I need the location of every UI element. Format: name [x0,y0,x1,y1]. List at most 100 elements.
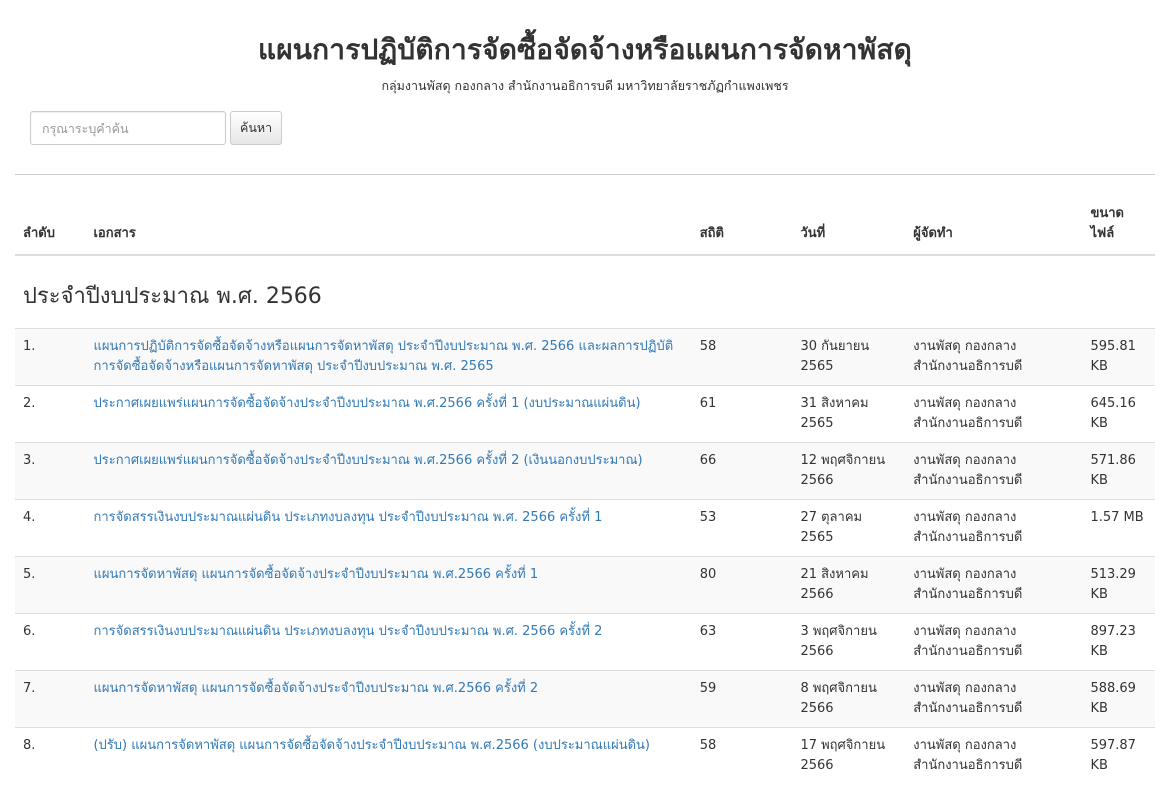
cell-row-number: 4. [15,499,86,557]
file-size: 571.86 KB [1090,453,1136,488]
group-title: ประจำปีงบประมาณ พ.ศ. 2566 [23,284,322,309]
cell-document-link: แผนการจัดหาพัสดุ แผนการจัดซื้อจัดจ้างประ… [85,670,692,728]
cell-view-count: 53 [691,499,793,557]
column-header-size: ขนาดไฟล์ [1082,196,1155,256]
cell-file-size: 588.69 KB [1082,670,1155,728]
author: งานพัสดุ กองกลาง สำนักงานอธิการบดี [913,396,1023,431]
document-link[interactable]: แผนการจัดหาพัสดุ แผนการจัดซื้อจัดจ้างประ… [93,567,538,582]
cell-view-count: 66 [691,442,793,500]
table-row: 4. การจัดสรรเงินงบประมาณแผ่นดิน ประเภทงบล… [15,499,1155,557]
cell-document-link: การจัดสรรเงินงบประมาณแผ่นดิน ประเภทงบลงท… [85,499,692,557]
search-bar: ค้นหา [30,111,283,145]
file-size: 645.16 KB [1090,396,1136,431]
page: แผนการปฏิบัติการจัดซื้อจัดจ้างหรือแผนการ… [0,0,1170,800]
author: งานพัสดุ กองกลาง สำนักงานอธิการบดี [913,567,1023,602]
cell-publish-date: 8 พฤศจิกายน 2566 [792,670,906,728]
cell-document-link: (ปรับ) แผนการจัดหาพัสดุ แผนการจัดซื้อจัด… [85,727,692,784]
cell-document-link: แผนการปฏิบัติการจัดซื้อจัดจ้างหรือแผนการ… [85,328,692,386]
documents-table: ลำดับ เอกสาร สถิติ วันที่ ผู้จัดทำ ขนาดไ… [15,196,1155,784]
cell-row-number: 2. [15,385,86,443]
view-count: 63 [699,624,717,639]
document-link[interactable]: การจัดสรรเงินงบประมาณแผ่นดิน ประเภทงบลงท… [93,624,602,639]
cell-row-number: 8. [15,727,86,784]
search-button[interactable]: ค้นหา [230,111,283,145]
cell-view-count: 59 [691,670,793,728]
document-link[interactable]: ประกาศเผยแพร่แผนการจัดซื้อจัดจ้างประจำปี… [93,453,642,468]
cell-view-count: 80 [691,556,793,614]
file-size: 595.81 KB [1090,339,1136,374]
row-number: 5. [23,567,36,582]
cell-file-size: 1.57 MB [1082,499,1155,557]
publish-date: 12 พฤศจิกายน 2566 [800,453,886,488]
cell-row-number: 1. [15,328,86,386]
cell-view-count: 58 [691,328,793,386]
column-header-date: วันที่ [792,196,906,256]
file-size: 513.29 KB [1090,567,1136,602]
page-subtitle: กลุ่มงานพัสดุ กองกลาง สำนักงานอธิการบดี … [381,78,789,93]
document-link[interactable]: (ปรับ) แผนการจัดหาพัสดุ แผนการจัดซื้อจัด… [93,738,650,753]
cell-view-count: 63 [691,613,793,671]
file-size: 897.23 KB [1090,624,1136,659]
table-row: 3. ประกาศเผยแพร่แผนการจัดซื้อจัดจ้างประจำ… [15,442,1155,500]
table-header-row: ลำดับ เอกสาร สถิติ วันที่ ผู้จัดทำ ขนาดไ… [15,196,1155,256]
column-header-author: ผู้จัดทำ [905,196,1083,256]
table-row: 1. แผนการปฏิบัติการจัดซื้อจัดจ้างหรือแผนก… [15,328,1155,386]
author: งานพัสดุ กองกลาง สำนักงานอธิการบดี [913,624,1023,659]
row-number: 3. [23,453,36,468]
file-size: 1.57 MB [1090,510,1144,525]
author: งานพัสดุ กองกลาง สำนักงานอธิการบดี [913,738,1023,773]
row-number: 6. [23,624,36,639]
cell-publish-date: 31 สิงหาคม 2565 [792,385,906,443]
cell-file-size: 597.87 KB [1082,727,1155,784]
document-link[interactable]: การจัดสรรเงินงบประมาณแผ่นดิน ประเภทงบลงท… [93,510,602,525]
cell-publish-date: 12 พฤศจิกายน 2566 [792,442,906,500]
table-row: 8. (ปรับ) แผนการจัดหาพัสดุ แผนการจัดซื้อจ… [15,727,1155,784]
cell-row-number: 7. [15,670,86,728]
cell-file-size: 645.16 KB [1082,385,1155,443]
view-count: 59 [699,681,717,696]
row-number: 2. [23,396,36,411]
table-row: 5. แผนการจัดหาพัสดุ แผนการจัดซื้อจัดจ้างป… [15,556,1155,614]
document-link[interactable]: ประกาศเผยแพร่แผนการจัดซื้อจัดจ้างประจำปี… [93,396,640,411]
cell-publish-date: 17 พฤศจิกายน 2566 [792,727,906,784]
column-header-no: ลำดับ [15,196,86,256]
file-size: 588.69 KB [1090,681,1136,716]
cell-publish-date: 3 พฤศจิกายน 2566 [792,613,906,671]
view-count: 66 [699,453,717,468]
cell-file-size: 513.29 KB [1082,556,1155,614]
column-header-stats: สถิติ [691,196,793,256]
cell-file-size: 595.81 KB [1082,328,1155,386]
page-title: แผนการปฏิบัติการจัดซื้อจัดจ้างหรือแผนการ… [257,33,913,66]
cell-author: งานพัสดุ กองกลาง สำนักงานอธิการบดี [905,670,1083,728]
table-row: 6. การจัดสรรเงินงบประมาณแผ่นดิน ประเภทงบล… [15,613,1155,671]
publish-date: 21 สิงหาคม 2566 [800,567,869,602]
view-count: 80 [699,567,717,582]
cell-author: งานพัสดุ กองกลาง สำนักงานอธิการบดี [905,613,1083,671]
cell-publish-date: 27 ตุลาคม 2565 [792,499,906,557]
cell-row-number: 5. [15,556,86,614]
cell-publish-date: 21 สิงหาคม 2566 [792,556,906,614]
document-link[interactable]: แผนการปฏิบัติการจัดซื้อจัดจ้างหรือแผนการ… [93,339,673,374]
search-input[interactable] [30,111,226,145]
cell-author: งานพัสดุ กองกลาง สำนักงานอธิการบดี [905,328,1083,386]
cell-author: งานพัสดุ กองกลาง สำนักงานอธิการบดี [905,727,1083,784]
cell-document-link: ประกาศเผยแพร่แผนการจัดซื้อจัดจ้างประจำปี… [85,442,692,500]
author: งานพัสดุ กองกลาง สำนักงานอธิการบดี [913,681,1023,716]
publish-date: 17 พฤศจิกายน 2566 [800,738,886,773]
cell-file-size: 897.23 KB [1082,613,1155,671]
cell-author: งานพัสดุ กองกลาง สำนักงานอธิการบดี [905,556,1083,614]
file-size: 597.87 KB [1090,738,1136,773]
author: งานพัสดุ กองกลาง สำนักงานอธิการบดี [913,510,1023,545]
cell-document-link: แผนการจัดหาพัสดุ แผนการจัดซื้อจัดจ้างประ… [85,556,692,614]
publish-date: 8 พฤศจิกายน 2566 [800,681,877,716]
document-link[interactable]: แผนการจัดหาพัสดุ แผนการจัดซื้อจัดจ้างประ… [93,681,538,696]
row-number: 8. [23,738,36,753]
cell-view-count: 58 [691,727,793,784]
author: งานพัสดุ กองกลาง สำนักงานอธิการบดี [913,339,1023,374]
view-count: 53 [699,510,717,525]
table-row: 7. แผนการจัดหาพัสดุ แผนการจัดซื้อจัดจ้างป… [15,670,1155,728]
view-count: 61 [699,396,717,411]
cell-row-number: 6. [15,613,86,671]
column-header-document: เอกสาร [85,196,692,256]
divider [15,174,1155,175]
